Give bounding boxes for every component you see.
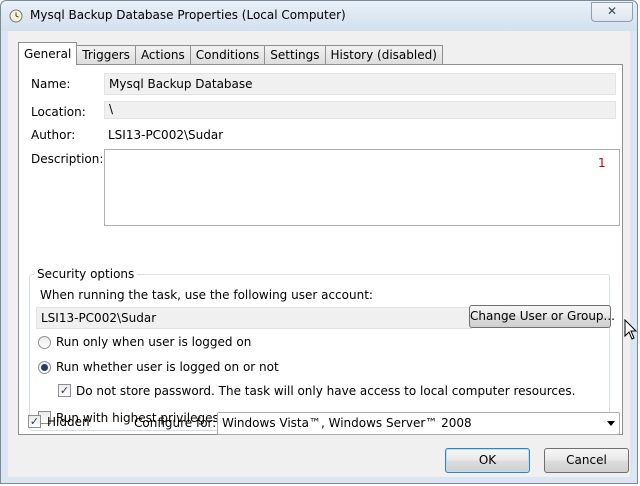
close-button[interactable]: ✕ — [591, 2, 633, 22]
run-logged-on-label[interactable]: Run only when user is logged on — [56, 335, 251, 349]
clock-icon — [9, 9, 23, 23]
run-logged-on-radio[interactable] — [38, 336, 51, 349]
hidden-checkbox[interactable]: ✓ — [28, 415, 41, 428]
tab-settings[interactable]: Settings — [264, 45, 326, 65]
run-whether-radio[interactable] — [38, 361, 51, 374]
tab-general[interactable]: General — [18, 42, 78, 65]
chevron-down-icon — [607, 421, 615, 426]
hidden-label[interactable]: Hidden — [47, 415, 90, 429]
window-title: Mysql Backup Database Properties (Local … — [30, 8, 346, 22]
name-label: Name: — [31, 77, 71, 91]
name-field[interactable]: Mysql Backup Database — [104, 73, 616, 95]
author-value: LSI13-PC002\Sudar — [108, 128, 224, 142]
author-label: Author: — [31, 128, 76, 142]
close-icon: ✕ — [606, 4, 618, 18]
general-tab-panel: Name: Mysql Backup Database Location: \ … — [18, 64, 623, 435]
do-not-store-checkbox[interactable]: ✓ — [58, 384, 71, 397]
configure-for-value: Windows Vista™, Windows Server™ 2008 — [222, 416, 472, 430]
configure-for-label: Configure for: — [134, 416, 217, 430]
description-marker: 1 — [598, 156, 606, 170]
user-account-field: LSI13-PC002\Sudar — [36, 307, 472, 329]
tab-history[interactable]: History (disabled) — [324, 45, 443, 65]
ok-button[interactable]: OK — [445, 448, 530, 473]
tab-triggers[interactable]: Triggers — [76, 45, 136, 65]
location-field: \ — [104, 101, 616, 119]
title-bar[interactable]: Mysql Backup Database Properties (Local … — [1, 1, 637, 31]
tab-actions[interactable]: Actions — [134, 45, 191, 65]
account-prompt: When running the task, use the following… — [40, 288, 373, 302]
tab-strip: General Triggers Actions Conditions Sett… — [18, 42, 443, 65]
location-label: Location: — [31, 105, 86, 119]
change-user-button[interactable]: Change User or Group... — [469, 305, 615, 328]
do-not-store-label[interactable]: Do not store password. The task will onl… — [76, 384, 575, 398]
configure-for-select[interactable]: Windows Vista™, Windows Server™ 2008 — [217, 412, 620, 435]
tab-conditions[interactable]: Conditions — [189, 45, 266, 65]
mouse-cursor-icon — [624, 319, 638, 340]
description-textarea[interactable]: 1 — [104, 149, 620, 226]
properties-dialog: Mysql Backup Database Properties (Local … — [0, 0, 638, 484]
dialog-client-area: General Triggers Actions Conditions Sett… — [8, 31, 630, 477]
run-whether-label[interactable]: Run whether user is logged on or not — [56, 360, 279, 374]
description-label: Description: — [31, 152, 104, 166]
security-options-legend: Security options — [37, 267, 135, 281]
cancel-button[interactable]: Cancel — [544, 448, 629, 473]
